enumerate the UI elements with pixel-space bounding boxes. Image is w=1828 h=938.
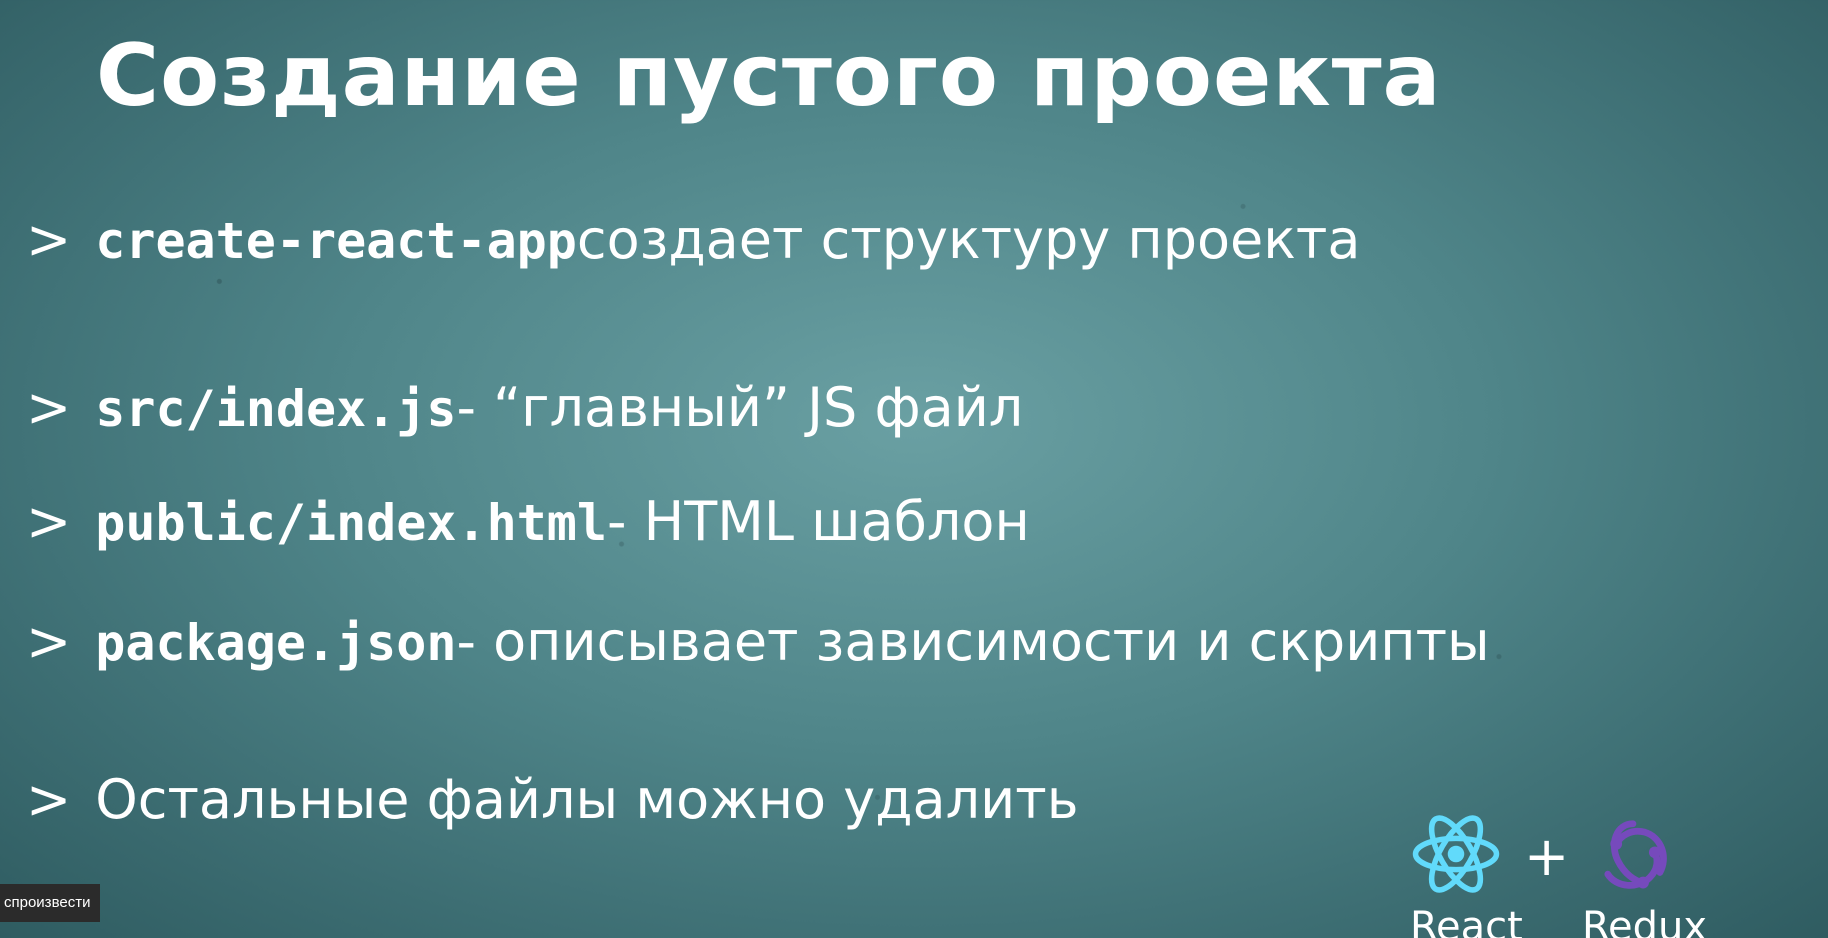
bullet-code: create-react-app	[95, 212, 577, 270]
react-label: React	[1410, 904, 1523, 938]
bullet-text: - HTML шаблон	[607, 490, 1030, 553]
redux-label: Redux	[1582, 904, 1708, 938]
react-logo-icon	[1410, 808, 1502, 904]
tech-logos: + React Redux	[1410, 808, 1810, 938]
bullet-create-react-app: > create-react-app создает структуру про…	[26, 208, 1360, 271]
bullet-marker: >	[26, 376, 72, 439]
bullet-package-json: > package.json - описывает зависимости и…	[26, 610, 1490, 673]
logo-row: +	[1410, 808, 1675, 904]
bullet-code: src/index.js	[95, 380, 457, 438]
redux-logo-icon	[1591, 812, 1675, 900]
bullet-other-files: > Остальные файлы можно удалить	[26, 768, 1079, 831]
bullet-text: создает структуру проекта	[576, 208, 1361, 271]
bullet-code: package.json	[95, 614, 457, 672]
bullet-text: - описывает зависимости и скрипты	[456, 610, 1490, 673]
bullet-src-index: > src/index.js - “главный” JS файл	[26, 376, 1023, 439]
player-tooltip: спроизвести	[0, 884, 101, 922]
bullet-marker: >	[26, 490, 72, 553]
bullet-code: public/index.html	[95, 494, 607, 552]
plus-sign: +	[1524, 824, 1570, 888]
bullet-marker: >	[26, 610, 72, 673]
slide-title: Создание пустого проекта	[96, 26, 1442, 126]
bullet-public-index: > public/index.html - HTML шаблон	[26, 490, 1030, 553]
bullet-text: Остальные файлы можно удалить	[95, 768, 1079, 831]
bullet-marker: >	[26, 208, 72, 271]
bullet-marker: >	[26, 768, 72, 831]
bullet-text: - “главный” JS файл	[456, 376, 1024, 439]
